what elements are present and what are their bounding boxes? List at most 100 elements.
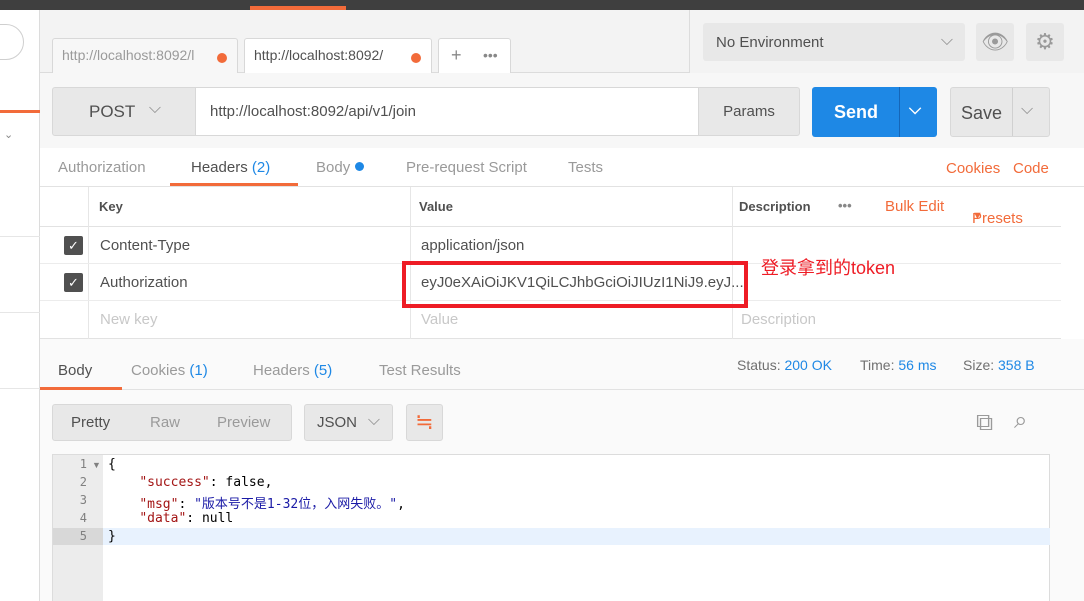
time-label: Time: xyxy=(860,357,895,373)
request-tab-active[interactable]: http://localhost:8092/ xyxy=(244,38,432,74)
header-key[interactable]: Authorization xyxy=(100,274,188,291)
tab-body-label: Body xyxy=(316,159,351,176)
code-line: } xyxy=(108,529,116,544)
format-pretty-button[interactable]: Pretty xyxy=(71,414,110,431)
current-line-highlight xyxy=(53,528,1050,545)
tab-label: http://localhost:8092/l xyxy=(62,47,195,63)
save-button[interactable]: Save ⌵ xyxy=(950,87,1050,137)
json-value: null xyxy=(201,511,234,526)
resp-tab-test-results[interactable]: Test Results xyxy=(379,362,461,379)
request-tab[interactable]: http://localhost:8092/l xyxy=(52,38,238,74)
json-key: "success" xyxy=(139,475,210,490)
format-raw-button[interactable]: Raw xyxy=(150,414,180,431)
size-value: 358 B xyxy=(998,357,1035,373)
sidebar-divider xyxy=(0,388,40,389)
tab-tests[interactable]: Tests xyxy=(568,159,603,176)
save-divider xyxy=(1012,88,1013,136)
more-options-button[interactable]: ••• xyxy=(838,198,852,213)
environment-value: No Environment xyxy=(716,34,824,51)
sidebar-divider xyxy=(0,312,40,313)
row-checkbox[interactable]: ✓ xyxy=(64,273,83,292)
size-label: Size: xyxy=(963,357,995,373)
chevron-down-icon[interactable]: ⌵ xyxy=(909,101,921,119)
tab-body[interactable]: Body xyxy=(316,159,365,176)
time-value: 56 ms xyxy=(898,357,937,373)
bulk-edit-link[interactable]: Bulk Edit xyxy=(885,198,944,215)
response-tabs: Body Cookies (1) Headers (5) Test Result… xyxy=(40,339,1084,390)
resp-headers-count: (5) xyxy=(313,362,333,379)
add-tab-button[interactable]: + xyxy=(451,45,462,66)
search-icon[interactable]: ⌕ xyxy=(1014,407,1027,435)
send-label: Send xyxy=(834,102,879,122)
json-key: "data" xyxy=(139,511,187,526)
caret-down-icon: ▼ xyxy=(972,210,983,222)
sidebar-search-pill[interactable] xyxy=(0,24,24,60)
gutter-current-line xyxy=(53,528,103,545)
json-value: false xyxy=(225,475,265,490)
request-tabs: Authorization Headers (2) Body Pre-reque… xyxy=(40,148,1084,187)
highlight-box xyxy=(402,261,748,308)
window-top-bar xyxy=(0,0,1084,10)
code-line: "success": false, xyxy=(139,475,273,490)
format-preview-button[interactable]: Preview xyxy=(217,414,270,431)
tab-authorization[interactable]: Authorization xyxy=(58,159,146,176)
method-select[interactable]: POST ⌵ xyxy=(52,87,196,136)
status-readout: Status: 200 OK xyxy=(737,357,832,373)
gear-icon[interactable]: ⚙ xyxy=(1026,23,1064,61)
line-number: 3 xyxy=(79,493,87,507)
chevron-down-icon: ⌵ xyxy=(367,412,380,429)
chevron-down-icon: ⌵ xyxy=(940,32,953,49)
format-toggle: Pretty Raw Preview xyxy=(52,404,292,441)
resp-cookies-count: (1) xyxy=(189,362,208,379)
more-tabs-button[interactable]: ••• xyxy=(483,47,498,63)
format-type-select[interactable]: JSON ⌵ xyxy=(304,404,393,441)
status-value: 200 OK xyxy=(784,357,832,373)
col-description: Description xyxy=(739,199,811,214)
status-label: Status: xyxy=(737,357,781,373)
wrap-lines-icon[interactable]: ≒ xyxy=(406,404,443,441)
row-checkbox[interactable]: ✓ xyxy=(64,236,83,255)
send-button[interactable]: Send ⌵ xyxy=(812,87,937,137)
header-value[interactable]: application/json xyxy=(421,237,524,254)
chevron-down-icon[interactable]: ⌄ xyxy=(4,128,13,141)
fold-arrow-icon[interactable]: ▼ xyxy=(92,460,101,470)
chevron-down-icon[interactable]: ⌵ xyxy=(1021,101,1033,119)
sidebar-panel: ⌄ xyxy=(0,10,40,601)
tab-headers[interactable]: Headers (2) xyxy=(191,159,270,176)
url-input[interactable]: http://localhost:8092/api/v1/join xyxy=(196,87,699,136)
sidebar-active-marker xyxy=(0,110,40,113)
params-button[interactable]: Params xyxy=(698,87,800,136)
line-gutter: 1 ▼ 2 3 4 5 xyxy=(53,455,103,601)
sidebar-divider xyxy=(0,236,40,237)
copy-icon[interactable]: ⧉ xyxy=(976,409,993,437)
eye-icon[interactable]: 👁 xyxy=(976,23,1014,61)
tab-prerequest[interactable]: Pre-request Script xyxy=(406,159,527,176)
resp-tab-cookies[interactable]: Cookies (1) xyxy=(131,362,208,379)
col-value: Value xyxy=(419,199,453,214)
code-link[interactable]: Code xyxy=(1013,160,1049,177)
size-readout: Size: 358 B xyxy=(963,357,1035,373)
resp-tab-headers[interactable]: Headers (5) xyxy=(253,362,332,379)
table-row: ✓ Content-Type application/json xyxy=(40,227,1061,264)
headers-count: (2) xyxy=(251,159,271,176)
tab-tools: + ••• xyxy=(438,38,511,74)
json-value: "版本号不是1-32位，入网失败。" xyxy=(194,497,398,512)
resp-tab-body[interactable]: Body xyxy=(58,362,92,379)
environment-select[interactable]: No Environment ⌵ xyxy=(703,23,965,61)
response-editor[interactable]: 1 ▼ 2 3 4 5 { "success": false, "msg": "… xyxy=(52,454,1050,601)
new-key-input[interactable]: New key xyxy=(100,311,158,328)
method-value: POST xyxy=(89,102,136,121)
new-description-input[interactable]: Description xyxy=(741,311,816,328)
new-value-input[interactable]: Value xyxy=(421,311,458,328)
url-bar: POST ⌵ http://localhost:8092/api/v1/join… xyxy=(40,73,1084,148)
cookies-link[interactable]: Cookies xyxy=(946,160,1000,177)
line-number: 1 xyxy=(79,457,87,471)
headers-table-header: Key Value Description ••• Bulk Edit Pres… xyxy=(40,187,1061,227)
save-label: Save xyxy=(961,103,1003,123)
col-key: Key xyxy=(99,199,123,214)
code-line: "data": null xyxy=(139,511,234,526)
header-key[interactable]: Content-Type xyxy=(100,237,190,254)
body-dot-icon xyxy=(355,162,365,171)
resp-headers-label: Headers xyxy=(253,362,310,379)
environment-bar: No Environment ⌵ 👁 ⚙ xyxy=(690,10,1084,73)
